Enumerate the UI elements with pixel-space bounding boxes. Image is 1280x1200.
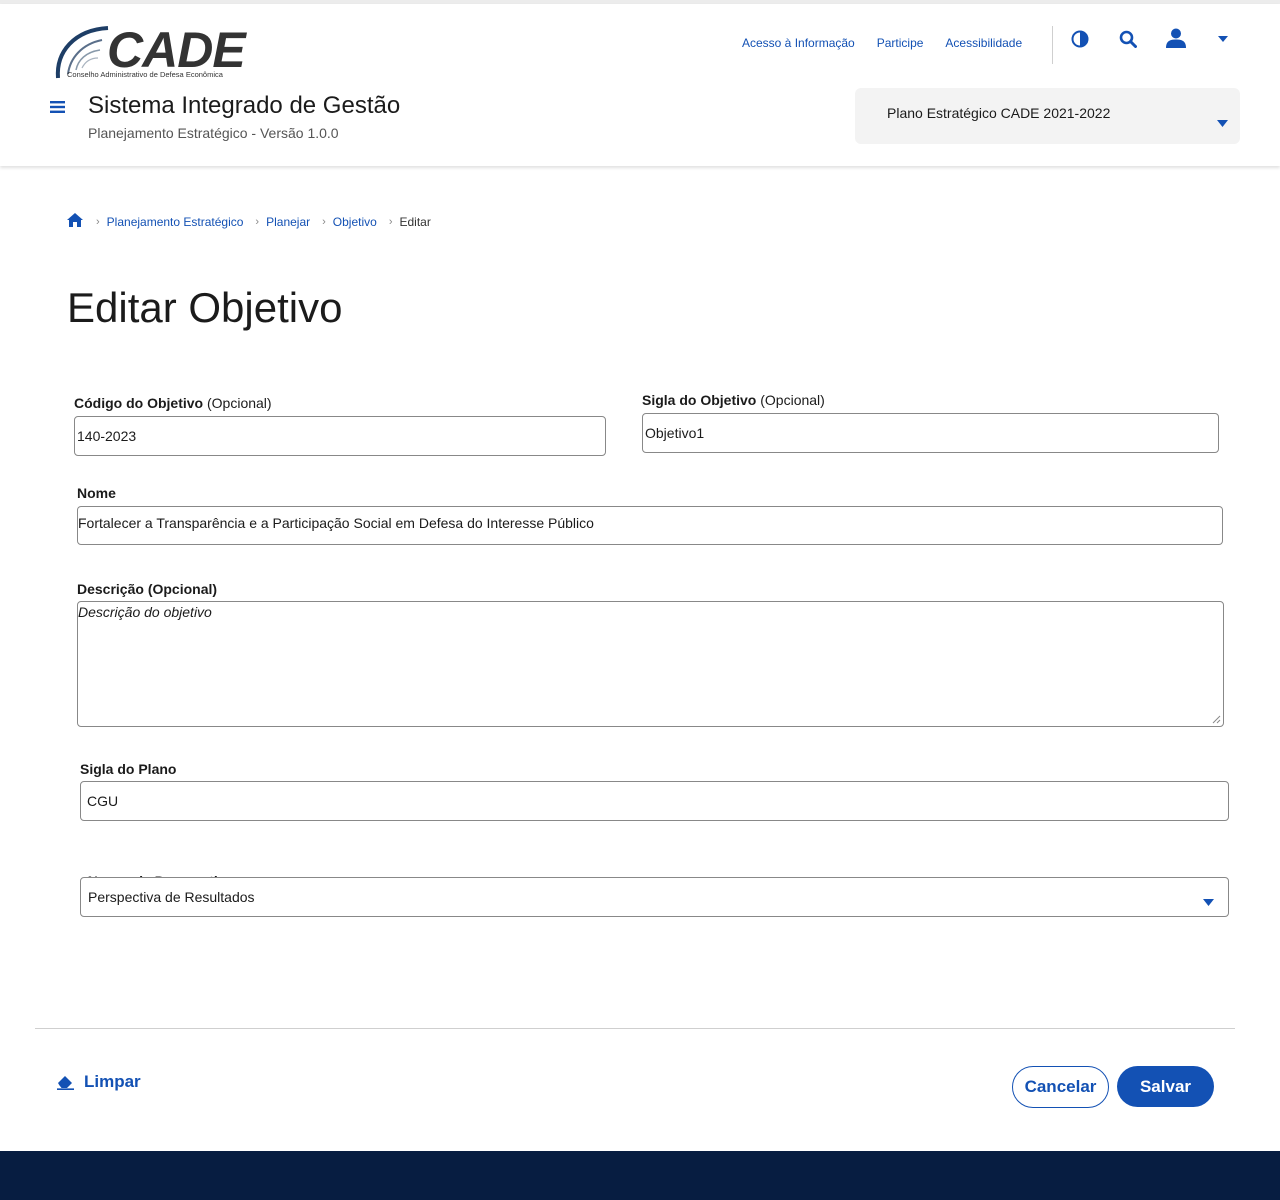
sigla-input[interactable]: Objetivo1 xyxy=(642,413,1219,453)
sigla-plano-value: CGU xyxy=(87,793,119,809)
link-participe[interactable]: Participe xyxy=(877,36,924,50)
descricao-placeholder: Descrição do objetivo xyxy=(78,604,212,620)
caret-down-icon[interactable] xyxy=(1212,28,1234,50)
header-divider xyxy=(1052,26,1053,64)
plan-select[interactable]: Plano Estratégico CADE 2021-2022 xyxy=(855,88,1240,144)
chevron-down-icon xyxy=(1217,114,1228,132)
contrast-icon[interactable] xyxy=(1069,28,1091,50)
breadcrumb-chevron-icon: › xyxy=(322,215,326,228)
plan-select-value: Plano Estratégico CADE 2021-2022 xyxy=(887,105,1111,121)
eraser-icon xyxy=(57,1076,74,1090)
perspectiva-select[interactable]: Perspectiva de Resultados xyxy=(80,877,1229,917)
breadcrumb-chevron-icon: › xyxy=(96,215,100,228)
cancel-button[interactable]: Cancelar xyxy=(1012,1066,1109,1108)
breadcrumb-planejar[interactable]: Planejar xyxy=(266,215,310,229)
resize-handle-icon[interactable] xyxy=(1212,715,1221,724)
site-footer xyxy=(0,1151,1280,1200)
descricao-textarea[interactable]: Descrição do objetivo xyxy=(77,601,1224,727)
sigla-plano-label-text: Sigla do Plano xyxy=(80,761,177,777)
system-subtitle: Planejamento Estratégico - Versão 1.0.0 xyxy=(88,125,339,141)
top-links: Acesso à Informação Participe Acessibili… xyxy=(742,36,1022,50)
site-header: CADE Conselho Administrativo de Defesa E… xyxy=(0,4,1280,166)
form-divider xyxy=(35,1028,1235,1029)
user-icon[interactable] xyxy=(1165,27,1187,49)
sigla-plano-input[interactable]: CGU xyxy=(80,781,1229,821)
menu-icon[interactable] xyxy=(50,100,70,120)
link-acessibilidade[interactable]: Acessibilidade xyxy=(945,36,1022,50)
logo-subtitle: Conselho Administrativo de Defesa Econôm… xyxy=(67,70,223,79)
clear-button[interactable]: Limpar xyxy=(56,1072,141,1092)
codigo-input[interactable]: 140-2023 xyxy=(74,416,606,456)
codigo-label-text: Código do Objetivo xyxy=(74,395,204,411)
sigla-label-text: Sigla do Objetivo xyxy=(642,392,757,408)
nome-label-text: Nome xyxy=(77,485,116,501)
nome-input[interactable]: Fortalecer a Transparência e a Participa… xyxy=(77,506,1223,545)
clear-button-label: Limpar xyxy=(84,1072,141,1091)
breadcrumb-planejamento[interactable]: Planejamento Estratégico xyxy=(107,215,244,229)
nome-label: Nome xyxy=(77,485,116,501)
search-icon[interactable] xyxy=(1117,28,1139,50)
codigo-label-optional: (Opcional) xyxy=(207,395,272,411)
page-title: Editar Objetivo xyxy=(67,284,343,331)
descricao-label: Descrição (Opcional) xyxy=(77,581,217,597)
breadcrumb: › Planejamento Estratégico › Planejar › … xyxy=(66,212,431,231)
home-icon[interactable] xyxy=(66,212,84,231)
link-acesso-informacao[interactable]: Acesso à Informação xyxy=(742,36,855,50)
sigla-label: Sigla do Objetivo (Opcional) xyxy=(642,392,825,408)
system-title: Sistema Integrado de Gestão xyxy=(88,92,401,119)
breadcrumb-objetivo[interactable]: Objetivo xyxy=(333,215,377,229)
logo-wordmark: CADE xyxy=(107,22,246,78)
codigo-input-value: 140-2023 xyxy=(77,428,137,444)
nome-input-value: Fortalecer a Transparência e a Participa… xyxy=(78,515,594,531)
descricao-label-text: Descrição (Opcional) xyxy=(77,581,218,597)
perspectiva-value: Perspectiva de Resultados xyxy=(88,889,255,905)
breadcrumb-chevron-icon: › xyxy=(255,215,260,228)
breadcrumb-chevron-icon: › xyxy=(388,215,393,228)
breadcrumb-current: Editar xyxy=(399,214,431,229)
sigla-label-optional: (Opcional) xyxy=(760,392,825,408)
sigla-plano-label: Sigla do Plano xyxy=(80,761,176,777)
codigo-label: Código do Objetivo (Opcional) xyxy=(74,395,272,411)
sigla-input-value: Objetivo1 xyxy=(645,425,705,441)
save-button[interactable]: Salvar xyxy=(1117,1066,1214,1107)
cade-logo[interactable]: CADE Conselho Administrativo de Defesa E… xyxy=(52,22,246,82)
chevron-down-icon xyxy=(1203,893,1214,909)
